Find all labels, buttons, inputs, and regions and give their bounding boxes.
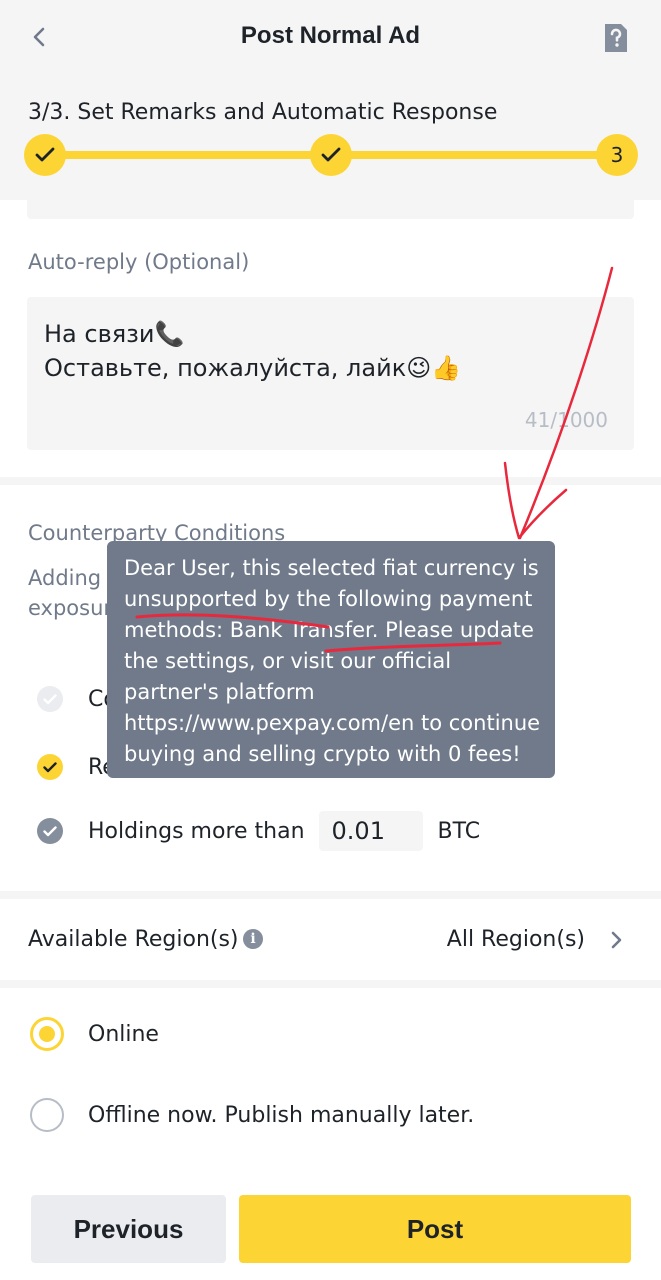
check-circle-icon <box>37 818 63 844</box>
auto-reply-label: Auto-reply (Optional) <box>28 250 250 274</box>
radio-selected-icon <box>30 1017 64 1051</box>
step-3-label: 3 <box>610 143 624 167</box>
check-circle-icon <box>37 686 63 712</box>
condition-row-1[interactable]: Co <box>37 679 117 719</box>
available-regions-label: Available Region(s) <box>28 927 239 952</box>
tooltip-text: Dear User, this selected fiat currency i… <box>124 556 541 766</box>
check-icon <box>43 825 57 836</box>
remarks-field-bottom[interactable] <box>27 200 634 219</box>
conditions-desc-line-1: Adding <box>28 566 102 590</box>
holdings-label: Holdings more than <box>88 818 305 844</box>
conditions-description: Adding exposur <box>28 563 112 623</box>
header: Post Normal Ad 3/3. Set Remarks and Auto… <box>0 0 661 200</box>
step-3-dot: 3 <box>596 134 638 176</box>
check-circle-icon <box>37 754 63 780</box>
step-progress: 3 <box>24 134 638 176</box>
online-option[interactable]: Online <box>30 1014 159 1054</box>
check-icon <box>43 693 57 704</box>
section-divider <box>0 891 661 899</box>
post-button[interactable]: Post <box>239 1195 631 1263</box>
holdings-amount-input[interactable]: 0.01 <box>318 811 423 851</box>
chevron-right-icon <box>611 931 622 949</box>
step-2-dot <box>310 134 352 176</box>
info-icon[interactable]: i <box>243 929 263 949</box>
section-divider <box>0 477 661 485</box>
offline-label: Offline now. Publish manually later. <box>88 1102 475 1128</box>
char-counter: 41/1000 <box>524 408 608 432</box>
check-icon <box>35 147 55 162</box>
auto-reply-text: На связи📞 Оставьте, пожалуйста, лайк😉👍 <box>44 320 462 382</box>
holdings-unit: BTC <box>437 818 481 844</box>
conditions-desc-line-2: exposur <box>28 596 113 620</box>
condition-row-2[interactable]: Re <box>37 747 116 787</box>
previous-button[interactable]: Previous <box>31 1195 226 1263</box>
section-divider <box>0 980 661 988</box>
step-title: 3/3. Set Remarks and Automatic Response <box>28 100 498 125</box>
check-icon <box>321 147 341 162</box>
region-value: All Region(s) <box>446 927 585 952</box>
check-icon <box>43 761 57 772</box>
online-label: Online <box>88 1021 159 1047</box>
help-document-icon <box>605 24 627 52</box>
step-1-dot <box>24 134 66 176</box>
help-button[interactable] <box>601 22 631 54</box>
radio-unselected-icon <box>30 1098 64 1132</box>
page-title: Post Normal Ad <box>240 22 421 49</box>
fiat-warning-tooltip: Dear User, this selected fiat currency i… <box>107 541 555 778</box>
offline-option[interactable]: Offline now. Publish manually later. <box>30 1095 474 1135</box>
auto-reply-textarea[interactable]: На связи📞 Оставьте, пожалуйста, лайк😉👍 4… <box>27 297 634 450</box>
condition-row-holdings[interactable]: Holdings more than 0.01 BTC <box>37 811 480 851</box>
